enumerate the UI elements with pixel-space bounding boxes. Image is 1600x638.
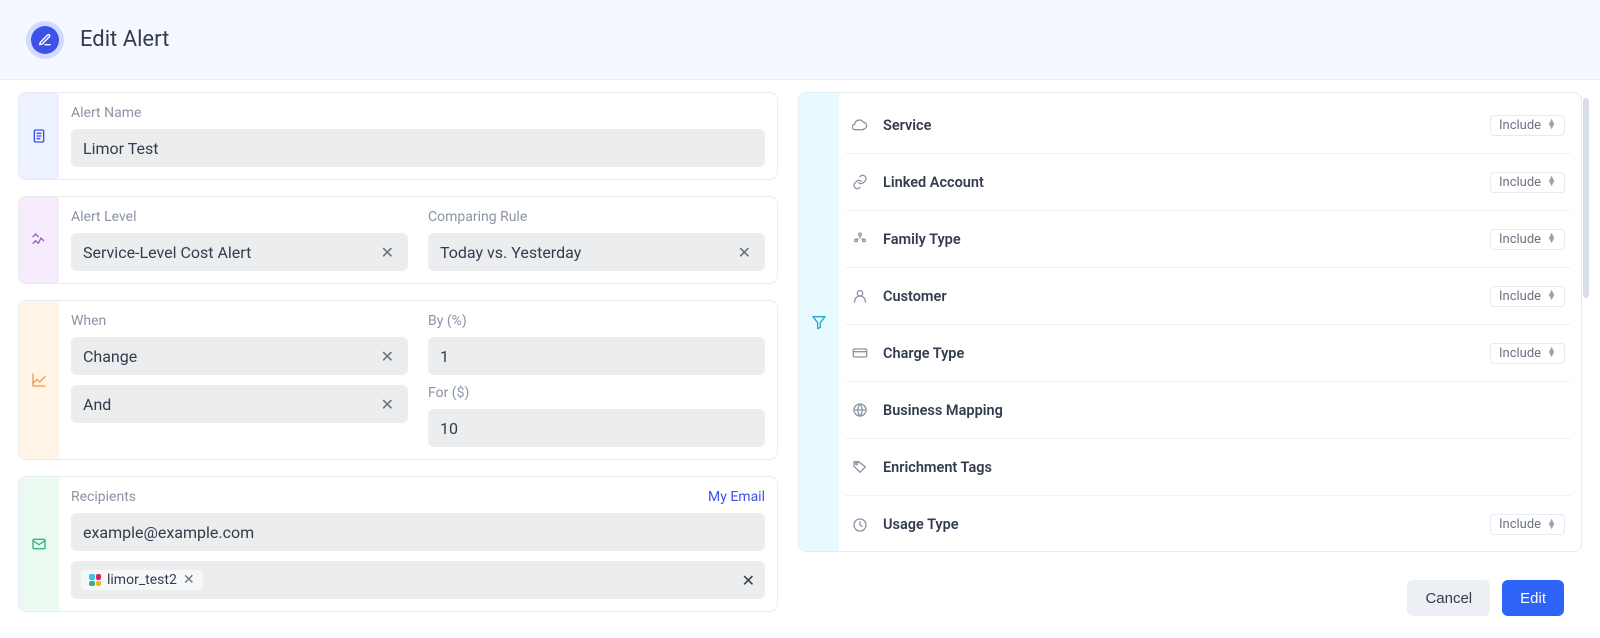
chart-line-icon <box>31 372 47 388</box>
my-email-link[interactable]: My Email <box>708 489 765 505</box>
header-icon-badge <box>26 21 64 59</box>
envelope-icon <box>31 536 47 552</box>
by-percent-label: By (%) <box>428 313 765 329</box>
alert-level-value: Service-Level Cost Alert <box>83 243 251 262</box>
comparing-rule-value: Today vs. Yesterday <box>440 243 581 262</box>
operator-select[interactable]: And ✕ <box>71 385 408 423</box>
charge-type-icon <box>851 345 869 361</box>
filter-label: Enrichment Tags <box>883 459 992 476</box>
comparing-rule-label: Comparing Rule <box>428 209 765 225</box>
pencil-icon <box>31 26 59 54</box>
remove-slack-chip-icon[interactable]: ✕ <box>183 572 195 588</box>
header-bar: Edit Alert <box>0 0 1600 80</box>
filter-label: Business Mapping <box>883 402 1003 419</box>
slack-channel-select[interactable]: limor_test2 ✕ ✕ <box>71 561 765 599</box>
filter-label: Usage Type <box>883 516 959 533</box>
business-mapping-icon <box>851 402 869 418</box>
recipients-label: Recipients <box>71 489 136 505</box>
linked-account-icon <box>851 174 869 190</box>
sort-caret-icon: ▲▼ <box>1547 234 1556 244</box>
alert-level-block: Alert Level Service-Level Cost Alert ✕ C… <box>18 196 778 284</box>
include-toggle[interactable]: Include ▲▼ <box>1490 343 1565 364</box>
clear-slack-channels-icon[interactable]: ✕ <box>742 571 755 590</box>
include-toggle[interactable]: Include ▲▼ <box>1490 286 1565 307</box>
filter-row[interactable]: Linked Account Include ▲▼ <box>845 154 1571 211</box>
include-toggle-label: Include <box>1499 346 1541 361</box>
recipients-email-value: example@example.com <box>83 523 254 542</box>
condition-block: When Change ✕ And ✕ <box>18 300 778 460</box>
include-toggle-label: Include <box>1499 232 1541 247</box>
clear-alert-level-icon[interactable]: ✕ <box>379 243 396 262</box>
alert-name-label: Alert Name <box>71 105 765 121</box>
clear-operator-icon[interactable]: ✕ <box>379 395 396 414</box>
clear-comparing-rule-icon[interactable]: ✕ <box>736 243 753 262</box>
customer-icon <box>851 288 869 304</box>
alert-level-select[interactable]: Service-Level Cost Alert ✕ <box>71 233 408 271</box>
for-dollar-value: 10 <box>440 419 458 438</box>
recipients-email-input[interactable]: example@example.com <box>71 513 765 551</box>
include-toggle-label: Include <box>1499 118 1541 133</box>
note-icon <box>31 128 47 144</box>
for-dollar-label: For ($) <box>428 385 765 401</box>
for-dollar-input[interactable]: 10 <box>428 409 765 447</box>
filters-panel: ServiceInclude▲▼Linked AccountInclude▲▼F… <box>798 92 1582 552</box>
include-toggle[interactable]: Include ▲▼ <box>1490 172 1565 193</box>
sort-caret-icon: ▲▼ <box>1547 348 1556 358</box>
include-toggle-label: Include <box>1499 517 1541 532</box>
slack-channel-chip-label: limor_test2 <box>107 572 177 588</box>
include-toggle-label: Include <box>1499 175 1541 190</box>
filter-row[interactable]: Enrichment Tags <box>845 439 1571 496</box>
filter-label: Service <box>883 117 931 134</box>
page-title: Edit Alert <box>80 27 169 52</box>
filter-label: Family Type <box>883 231 961 248</box>
filter-label: Customer <box>883 288 947 305</box>
filter-label: Linked Account <box>883 174 984 191</box>
include-toggle-label: Include <box>1499 289 1541 304</box>
sort-caret-icon: ▲▼ <box>1547 177 1556 187</box>
when-value: Change <box>83 347 137 366</box>
recipients-block: Recipients My Email example@example.com … <box>18 476 778 612</box>
include-toggle[interactable]: Include ▲▼ <box>1490 514 1565 535</box>
filters-list: ServiceInclude▲▼Linked AccountInclude▲▼F… <box>839 93 1581 551</box>
sort-caret-icon: ▲▼ <box>1547 520 1556 530</box>
include-toggle[interactable]: Include ▲▼ <box>1490 229 1565 250</box>
footer-actions: Cancel Edit <box>1407 580 1564 616</box>
scrollbar-thumb[interactable] <box>1583 98 1589 298</box>
scrollbar[interactable] <box>1582 92 1590 552</box>
alert-name-block: Alert Name Limor Test <box>18 92 778 180</box>
filter-row[interactable]: Charge Type Include ▲▼ <box>845 325 1571 382</box>
usage-type-icon <box>851 517 869 533</box>
enrichment-tags-icon <box>851 459 869 475</box>
filter-row[interactable]: Business Mapping <box>845 382 1571 439</box>
family-type-icon <box>851 231 869 247</box>
sort-caret-icon: ▲▼ <box>1547 120 1556 130</box>
filter-row[interactable]: Customer Include ▲▼ <box>845 268 1571 325</box>
clear-when-icon[interactable]: ✕ <box>379 347 396 366</box>
filter-label: Charge Type <box>883 345 964 362</box>
alert-name-value: Limor Test <box>83 139 159 158</box>
slack-icon <box>89 574 101 586</box>
slack-channel-chip: limor_test2 ✕ <box>81 570 203 590</box>
level-icon <box>31 232 47 248</box>
cancel-button[interactable]: Cancel <box>1407 580 1490 616</box>
sort-caret-icon: ▲▼ <box>1547 291 1556 301</box>
by-percent-value: 1 <box>440 347 449 366</box>
alert-name-input[interactable]: Limor Test <box>71 129 765 167</box>
operator-value: And <box>83 395 111 414</box>
when-select[interactable]: Change ✕ <box>71 337 408 375</box>
service-icon <box>851 117 869 133</box>
by-percent-input[interactable]: 1 <box>428 337 765 375</box>
include-toggle[interactable]: Include ▲▼ <box>1490 115 1565 136</box>
filter-row[interactable]: Service Include ▲▼ <box>845 97 1571 154</box>
comparing-rule-select[interactable]: Today vs. Yesterday ✕ <box>428 233 765 271</box>
save-button[interactable]: Edit <box>1502 580 1564 616</box>
filter-icon <box>811 314 827 330</box>
filter-row[interactable]: Family Type Include ▲▼ <box>845 211 1571 268</box>
alert-level-label: Alert Level <box>71 209 408 225</box>
when-label: When <box>71 313 408 329</box>
filter-row[interactable]: Usage Type Include ▲▼ <box>845 496 1571 551</box>
